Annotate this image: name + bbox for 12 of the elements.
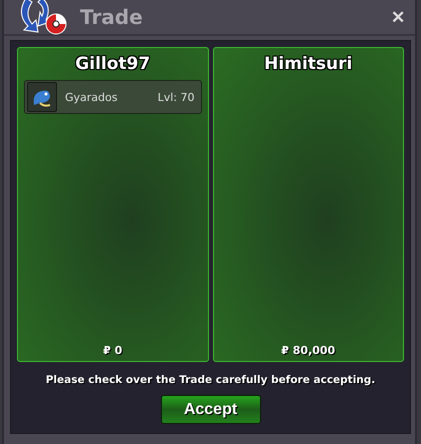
player-name: Gillot97 bbox=[75, 54, 150, 74]
accept-button[interactable]: Accept bbox=[160, 395, 260, 424]
money-amount: ₽ 0 bbox=[103, 344, 122, 357]
money-amount: ₽ 80,000 bbox=[281, 344, 336, 357]
warning-message: Please check over the Trade carefully before accepting. bbox=[46, 374, 376, 386]
offer-item[interactable]: Gyarados Lvl: 70 bbox=[24, 80, 202, 114]
close-button[interactable]: ✕ bbox=[389, 6, 407, 28]
window-title: Trade bbox=[80, 5, 144, 29]
item-name: Gyarados bbox=[65, 90, 118, 104]
monster-icon bbox=[27, 82, 57, 112]
item-level: Lvl: 70 bbox=[158, 90, 194, 104]
player-name: Himitsuri bbox=[264, 54, 352, 74]
